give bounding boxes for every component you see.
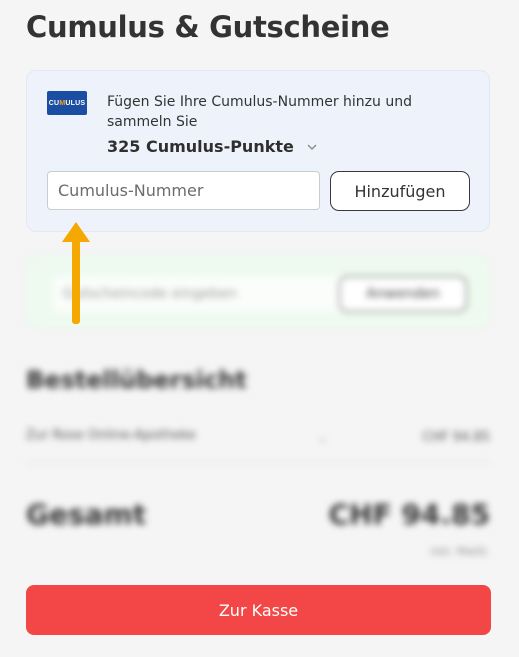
summary-row-value: CHF 94.85 (422, 430, 490, 445)
cumulus-description: Fügen Sie Ihre Cumulus-Nummer hinzu und … (107, 94, 412, 130)
vat-note: inkl. MwSt. (430, 545, 490, 558)
chevron-down-icon[interactable]: ⌄ (318, 432, 327, 445)
arrow-up-icon (62, 222, 90, 324)
page-title: Cumulus & Gutscheine (26, 10, 390, 44)
divider (26, 462, 490, 463)
cumulus-logo: CUMULUS (47, 91, 87, 115)
voucher-card: Gutscheincode eingeben Anwenden (26, 255, 490, 328)
add-cumulus-button[interactable]: Hinzufügen (330, 171, 470, 211)
cumulus-card: CUMULUS Fügen Sie Ihre Cumulus-Nummer hi… (26, 70, 490, 232)
cumulus-points-toggle[interactable]: 325 Cumulus-Punkte (107, 137, 318, 156)
voucher-code-input[interactable]: Gutscheincode eingeben (53, 276, 343, 312)
summary-row-label[interactable]: Zur Rose Online-Apotheke (26, 428, 196, 443)
total-label: Gesamt (26, 498, 147, 531)
total-value: CHF 94.85 (328, 498, 490, 531)
cumulus-points: 325 Cumulus-Punkte (107, 137, 294, 156)
chevron-down-icon (307, 144, 317, 150)
apply-voucher-button[interactable]: Anwenden (339, 276, 467, 312)
checkout-button[interactable]: Zur Kasse (26, 585, 491, 635)
cumulus-number-input[interactable]: Cumulus-Nummer (47, 171, 320, 210)
order-summary-title: Bestellübersicht (26, 366, 247, 394)
